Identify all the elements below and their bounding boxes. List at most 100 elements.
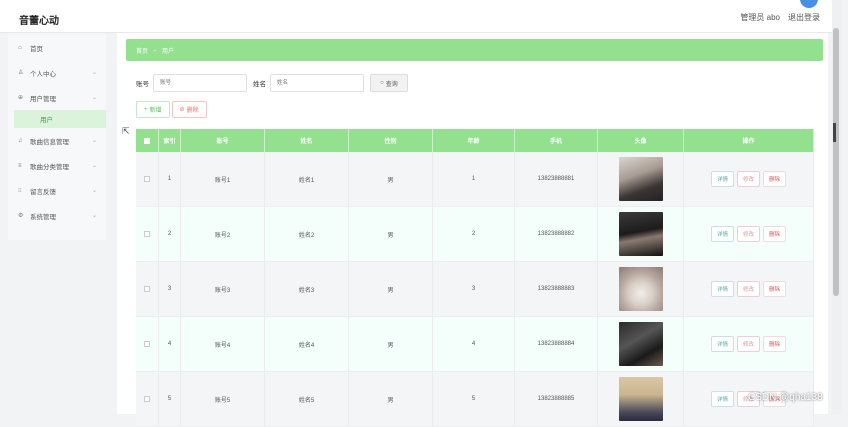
row-checkbox[interactable] (144, 286, 150, 292)
cell-index: 2 (159, 207, 181, 261)
plus-icon: + (144, 106, 148, 113)
row-checkbox[interactable] (144, 176, 150, 182)
app-title: 音蕾心动 (19, 16, 59, 27)
detail-button[interactable]: 详情 (710, 281, 734, 297)
user-avatar-image (618, 157, 663, 201)
name-search-input[interactable] (270, 74, 364, 92)
table-header: 索引 账号 姓名 性别 年龄 手机 头像 操作 (136, 129, 814, 152)
select-all-checkbox[interactable] (144, 137, 150, 144)
edit-button[interactable]: 修改 (736, 226, 760, 242)
select-all-cell[interactable] (136, 129, 159, 152)
account-search-input[interactable] (153, 74, 247, 92)
row-actions: 详情 修改 删除 (684, 317, 814, 371)
row-checkbox[interactable] (144, 231, 150, 237)
grid-icon: ⁝⁝ (18, 188, 22, 194)
scrollbar-thumb[interactable] (833, 28, 839, 296)
table-row: 4 账号4 姓名4 男 4 13823888884 详情 修改 删除 (136, 317, 814, 372)
sidebar-item-1[interactable]: ♙ 个人中心 ⌄ (8, 60, 106, 85)
sidebar-item-label: 用户管理 (30, 95, 56, 103)
detail-button[interactable]: 详情 (710, 171, 734, 187)
cell-gender: 男 (349, 372, 433, 426)
add-button[interactable]: + 新增 (136, 101, 170, 118)
edit-button[interactable]: 修改 (736, 281, 760, 297)
avatar-cell (598, 262, 684, 316)
top-bar: 音蕾心动 管理员 abo 退出登录 (0, 0, 832, 33)
cell-account: 账号5 (181, 372, 265, 426)
detail-button[interactable]: 详情 (710, 336, 734, 352)
sidebar-item-7[interactable]: ⚙ 系统管理 ⌄ (8, 203, 106, 228)
column-header: 账号 (181, 129, 265, 152)
avatar[interactable] (800, 0, 818, 8)
breadcrumb-home[interactable]: 首页 (136, 46, 148, 55)
sidebar-item-6[interactable]: ⁝⁝ 留言反馈 ⌄ (8, 178, 106, 203)
trash-icon: ⊘ (179, 107, 185, 113)
sidebar-item-label: 首页 (30, 45, 43, 53)
cell-gender: 男 (349, 317, 433, 371)
cell-index: 1 (159, 152, 181, 206)
edit-button[interactable]: 修改 (736, 171, 760, 187)
name-label: 姓名 (253, 81, 266, 88)
cell-gender: 男 (349, 152, 433, 206)
cell-gender: 男 (349, 207, 433, 261)
row-actions: 详情 修改 删除 (684, 262, 814, 316)
user-avatar-image (618, 377, 663, 421)
row-checkbox[interactable] (144, 396, 150, 402)
breadcrumb-separator: → (152, 47, 159, 53)
sidebar-item-4[interactable]: ♫ 歌曲信息管理 ⌄ (8, 128, 106, 153)
sidebar-item-label: 用户 (40, 117, 53, 124)
detail-button[interactable]: 详情 (710, 226, 734, 242)
column-header: 年龄 (433, 129, 515, 152)
delete-button[interactable]: 删除 (763, 336, 787, 352)
breadcrumb: 首页 → 用户 (126, 39, 823, 61)
chevron-down-icon: ⌄ (91, 163, 97, 169)
chevron-down-icon: ⌄ (91, 213, 97, 219)
row-checkbox[interactable] (144, 341, 150, 347)
cell-name: 姓名1 (265, 152, 349, 206)
row-actions: 详情 修改 删除 (684, 152, 814, 206)
delete-button[interactable]: 删除 (763, 281, 787, 297)
delete-button-label: 删除 (186, 108, 199, 114)
sidebar-item-2[interactable]: ⊕ 用户管理 ⌄ (8, 85, 106, 110)
user-table: 索引 账号 姓名 性别 年龄 手机 头像 操作 1 账号1 姓名1 男 1 13823888881 详情修… (136, 129, 814, 427)
cell-name: 姓名5 (265, 372, 349, 426)
watermark: CSDN @qha138 (748, 392, 823, 403)
user-icon: ♙ (18, 70, 24, 76)
cell-index: 3 (159, 262, 181, 316)
delete-button[interactable]: 删除 (763, 171, 787, 187)
cell-phone: 13823888883 (515, 262, 598, 316)
main-content: 首页 → 用户 账号 姓名 ○ 查询 + 新增 ⊘ 删除 索引账号姓名性别年龄手… (117, 33, 828, 427)
music-icon: ♫ (18, 137, 23, 144)
edit-button[interactable]: 修改 (736, 336, 760, 352)
column-header: 姓名 (265, 129, 349, 152)
cell-account: 账号3 (181, 262, 265, 316)
logout-link[interactable]: 退出登录 (788, 12, 820, 23)
chevron-down-icon: ⌄ (91, 95, 97, 101)
user-avatar-image (618, 267, 663, 311)
column-header: 索引 (159, 129, 181, 152)
sidebar-item-0[interactable]: ⌂ 首页 (8, 35, 106, 60)
table-row: 5 账号5 姓名5 男 5 13823888885 详情 修改 删除 (136, 372, 814, 427)
users-icon: ⊕ (18, 95, 24, 101)
cell-name: 姓名4 (265, 317, 349, 371)
row-select-cell (136, 207, 159, 261)
cell-phone: 13823888885 (515, 372, 598, 426)
sidebar-item-label: 系统管理 (30, 213, 56, 221)
cell-phone: 13823888881 (515, 152, 598, 206)
avatar-cell (598, 317, 684, 371)
sidebar-item-5[interactable]: ≡ 歌曲分类管理 ⌄ (8, 153, 106, 178)
delete-button[interactable]: 删除 (763, 226, 787, 242)
cell-gender: 男 (349, 262, 433, 316)
cell-account: 账号2 (181, 207, 265, 261)
column-header: 性别 (349, 129, 433, 152)
search-button-label: 查询 (385, 81, 398, 88)
avatar-cell (598, 207, 684, 261)
settings-icon: ⚙ (18, 213, 24, 219)
search-button[interactable]: ○ 查询 (370, 74, 408, 92)
chevron-down-icon: ⌄ (91, 188, 97, 194)
table-row: 3 账号3 姓名3 男 3 13823888883 详情 修改 删除 (136, 262, 814, 317)
detail-button[interactable]: 详情 (710, 391, 734, 407)
batch-delete-button[interactable]: ⊘ 删除 (171, 101, 207, 118)
sidebar-item-3[interactable]: 用户 (14, 110, 106, 128)
user-avatar-image (618, 212, 663, 256)
table-row: 2 账号2 姓名2 男 2 13823888882 详情 修改 删除 (136, 207, 814, 262)
